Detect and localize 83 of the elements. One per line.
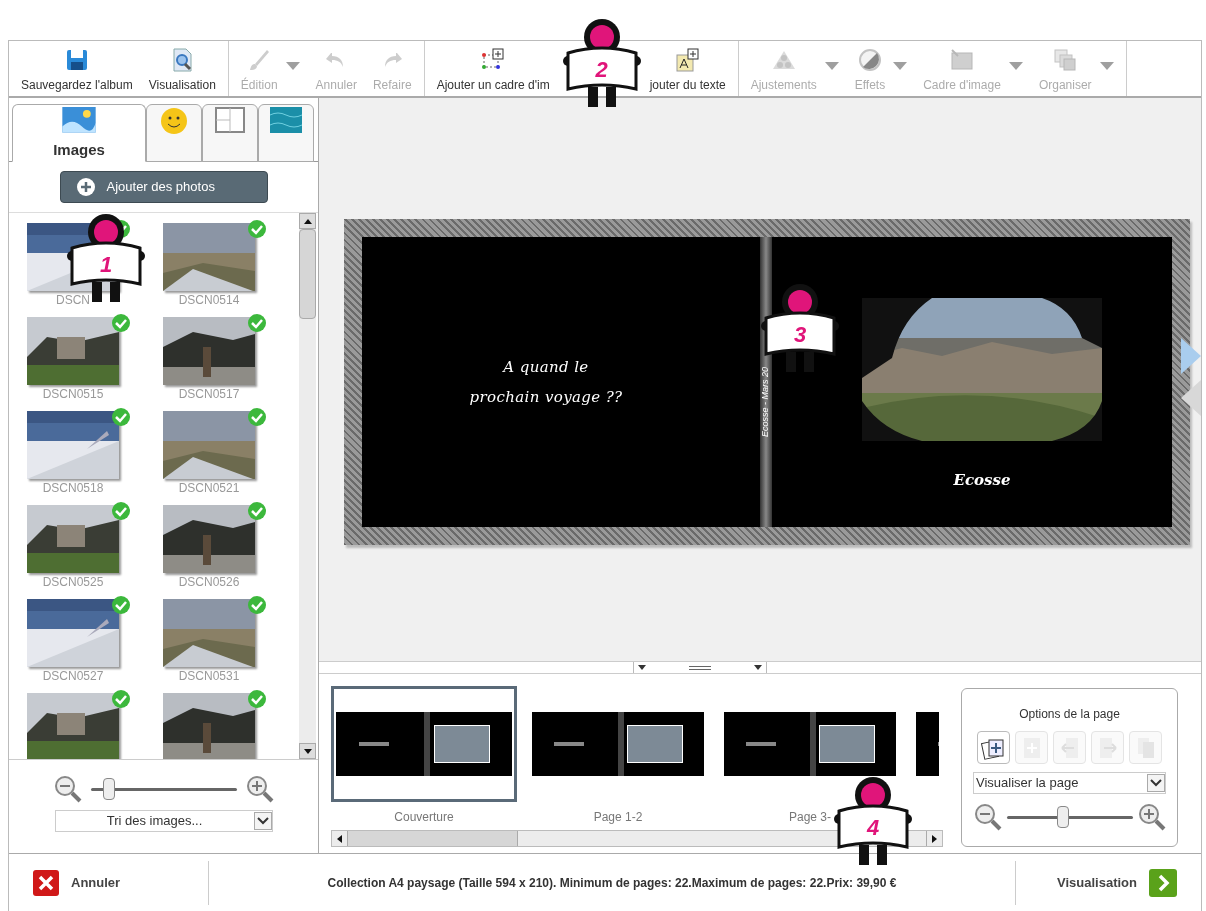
toolbar-button[interactable]: jouter du texte: [645, 47, 730, 94]
page-thumbnail[interactable]: [331, 686, 517, 802]
page-label: Page 3-: [789, 809, 831, 826]
photo-name: DSCN0517: [177, 386, 241, 403]
zoom-slider[interactable]: [1006, 805, 1133, 829]
text-add-icon: [674, 47, 701, 73]
photo-name: DSCN0527: [41, 668, 105, 685]
check-icon: [111, 313, 131, 333]
check-icon: [247, 407, 267, 427]
check-icon: [111, 595, 131, 615]
page-option-button[interactable]: [977, 731, 1010, 764]
landscape-icon: [62, 107, 96, 133]
panel-tab[interactable]: [258, 104, 314, 162]
caret-icon[interactable]: [638, 665, 646, 670]
page-text: prochain voyage ??: [469, 387, 623, 408]
arrow-right-icon: [1097, 735, 1118, 760]
sort-dropdown[interactable]: Tri des images...: [54, 810, 273, 832]
toolbar-button[interactable]: Visualisation: [144, 47, 220, 94]
toolbar-button[interactable]: Sauvegardez l'album: [17, 47, 137, 94]
cancel-button[interactable]: Annuler: [33, 869, 121, 896]
resize-handle[interactable]: [633, 662, 767, 673]
check-icon: [247, 595, 267, 615]
scrollbar-thumb[interactable]: [348, 831, 518, 846]
slider-thumb[interactable]: [103, 778, 116, 800]
zoom-slider[interactable]: [90, 777, 237, 801]
scrollbar-thumb[interactable]: [299, 229, 316, 319]
chevron-down-icon[interactable]: [1147, 774, 1165, 792]
scroll-up-icon[interactable]: [299, 213, 316, 229]
zoom-in-icon[interactable]: [1136, 802, 1167, 832]
photo-name: DSCN0521: [177, 480, 241, 497]
check-icon: [111, 689, 131, 709]
scroll-left-icon[interactable]: [337, 834, 342, 843]
callout-number: 2: [594, 59, 609, 81]
check-icon: [247, 313, 267, 333]
photo-name: DSCN0515: [41, 386, 105, 403]
view-dropdown[interactable]: Visualiser la page: [973, 772, 1166, 794]
check-icon: [247, 501, 267, 521]
callout-number: 1: [98, 254, 114, 276]
slider-thumb[interactable]: [1057, 806, 1070, 828]
photo-name: DSCN0526: [177, 574, 241, 591]
zoom-in-icon[interactable]: [244, 774, 275, 804]
panel-tab[interactable]: Images: [12, 104, 146, 162]
chevron-right-icon: [1149, 868, 1177, 897]
check-icon: [111, 501, 131, 521]
preview-button[interactable]: Visualisation: [1057, 868, 1177, 897]
picture-icon: [949, 47, 976, 73]
photo-caption: Ecosse: [953, 470, 1011, 491]
photo-name: DSCN: [55, 292, 91, 309]
check-icon: [247, 219, 267, 239]
scroll-right-icon[interactable]: [932, 834, 937, 843]
photo-name: DSCN0531: [177, 668, 241, 685]
collection-info: Collection A4 paysage (Taille 594 x 210). Minimum de pages: 22.Maximum de pages: 22.Prix: 39,90 €: [326, 874, 898, 892]
texture-icon: [270, 107, 302, 133]
scrollbar[interactable]: [299, 213, 316, 759]
zoom-out-icon[interactable]: [972, 802, 1003, 832]
chevron-down-icon[interactable]: [253, 812, 272, 830]
photo-name: DSCN0514: [177, 292, 241, 309]
photo-name: DSCN0525: [41, 574, 105, 591]
photo-name: DSCN0518: [41, 480, 105, 497]
next-page-icon[interactable]: [1181, 338, 1201, 374]
previous-page-icon[interactable]: [1181, 380, 1201, 416]
toolbar-button[interactable]: Ajouter un cadre d'im: [432, 47, 554, 94]
grip-icon[interactable]: [689, 665, 711, 670]
panel-tab[interactable]: [202, 104, 258, 162]
callout-number: 3: [792, 324, 808, 346]
zoom-out-icon[interactable]: [52, 774, 83, 804]
page-options-panel: Options de la page Visualiser la page: [961, 688, 1178, 847]
stacked-squares-icon: [1052, 47, 1079, 73]
half-circle-icon: [856, 47, 883, 73]
add-photos-button[interactable]: Ajouter des photos: [59, 171, 268, 203]
check-icon: [247, 689, 267, 709]
page-label: Couverture: [394, 809, 454, 826]
layout-icon: [215, 107, 245, 133]
plus-icon: [76, 178, 95, 196]
callout-number: 4: [865, 817, 881, 839]
arrow-left-icon: [1059, 735, 1080, 760]
page-label: Page 1-2: [593, 809, 643, 826]
caret-icon[interactable]: [754, 665, 762, 670]
close-icon: [33, 869, 59, 896]
page-text: A quand le: [503, 356, 589, 378]
smiley-icon: [160, 107, 188, 135]
scroll-down-icon[interactable]: [299, 743, 316, 759]
check-icon: [111, 407, 131, 427]
